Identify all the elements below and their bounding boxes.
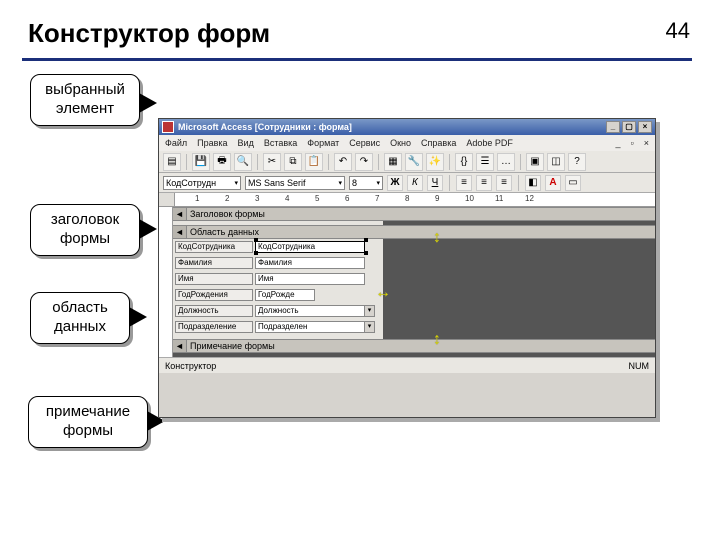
cut-icon[interactable]: ✂	[263, 153, 281, 171]
label-familiya[interactable]: Фамилия	[175, 257, 253, 269]
fieldlist-icon[interactable]: ▦	[384, 153, 402, 171]
chevron-down-icon: ▾	[234, 179, 238, 187]
callout-selected-element: выбранный элемент	[30, 74, 140, 126]
print-icon[interactable]: 🖶	[213, 153, 231, 171]
bold-button[interactable]: Ж	[387, 175, 403, 191]
standard-toolbar: ▤ 💾 🖶 🔍 ✂ ⧉ 📋 ↶ ↷ ▦ 🔧 ✨ {} ☰ … ▣ ◫ ?	[159, 151, 655, 173]
menu-format[interactable]: Формат	[307, 138, 339, 148]
menu-file[interactable]: Файл	[165, 138, 187, 148]
align-center-button[interactable]: ≡	[476, 175, 492, 191]
font-size-combo[interactable]: 8▾	[349, 176, 383, 190]
field-dolzhnost[interactable]: Должность	[255, 305, 365, 317]
page-number: 44	[666, 18, 690, 44]
db-window-icon[interactable]: ▣	[526, 153, 544, 171]
undo-icon[interactable]: ↶	[334, 153, 352, 171]
menu-adobe-pdf[interactable]: Adobe PDF	[466, 138, 513, 148]
menu-tools[interactable]: Сервис	[349, 138, 380, 148]
menubar: Файл Правка Вид Вставка Формат Сервис Ок…	[159, 135, 655, 151]
mdi-minimize-button[interactable]: _	[616, 138, 621, 148]
status-num: NUM	[629, 361, 650, 371]
menu-view[interactable]: Вид	[238, 138, 254, 148]
properties-icon[interactable]: ☰	[476, 153, 494, 171]
chevron-down-icon[interactable]: ▾	[365, 321, 375, 333]
section-form-footer[interactable]: ◄Примечание формы	[173, 339, 655, 353]
label-godrozhdeniya[interactable]: ГодРождения	[175, 289, 253, 301]
callout-form-footer: примечание формы	[28, 396, 148, 448]
line-button[interactable]: ▭	[565, 175, 581, 191]
build-icon[interactable]: …	[497, 153, 515, 171]
titlebar[interactable]: Microsoft Access [Сотрудники : форма] _ …	[159, 119, 655, 135]
menu-insert[interactable]: Вставка	[264, 138, 297, 148]
field-imya[interactable]: Имя	[255, 273, 365, 285]
label-dolzhnost[interactable]: Должность	[175, 305, 253, 317]
paste-icon[interactable]: 📋	[305, 153, 323, 171]
close-button[interactable]: ×	[638, 121, 652, 133]
mdi-close-button[interactable]: ×	[644, 138, 649, 148]
help-icon[interactable]: ?	[568, 153, 586, 171]
minimize-button[interactable]: _	[606, 121, 620, 133]
field-podrazdelenie[interactable]: Подразделен	[255, 321, 365, 333]
field-godrozhdeniya[interactable]: ГодРожде	[255, 289, 315, 301]
save-icon[interactable]: 💾	[192, 153, 210, 171]
label-kodsotrudnika[interactable]: КодСотрудника	[175, 241, 253, 253]
fill-color-button[interactable]: ◧	[525, 175, 541, 191]
design-surface[interactable]: ◄Заголовок формы ◄Область данных КодСотр…	[159, 207, 655, 357]
horizontal-ruler: 1 2 3 4 5 6 7 8 9 10 11 12	[159, 193, 655, 207]
section-detail[interactable]: ◄Область данных	[173, 225, 655, 239]
field-familiya[interactable]: Фамилия	[255, 257, 365, 269]
chevron-down-icon[interactable]: ▾	[365, 305, 375, 317]
italic-button[interactable]: К	[407, 175, 423, 191]
code-icon[interactable]: {}	[455, 153, 473, 171]
font-color-button[interactable]: А	[545, 175, 561, 191]
resize-handle-right[interactable]: ↔	[375, 284, 391, 302]
preview-icon[interactable]: 🔍	[234, 153, 252, 171]
menu-edit[interactable]: Правка	[197, 138, 227, 148]
copy-icon[interactable]: ⧉	[284, 153, 302, 171]
formatting-toolbar: КодСотрудн▾ MS Sans Serif▾ 8▾ Ж К Ч ≡ ≡ …	[159, 173, 655, 193]
status-mode: Конструктор	[165, 361, 216, 371]
page-title: Конструктор форм	[28, 18, 270, 49]
title-rule	[22, 58, 692, 61]
statusbar: Конструктор NUM	[159, 357, 655, 373]
chevron-down-icon: ▾	[376, 179, 380, 187]
menu-help[interactable]: Справка	[421, 138, 456, 148]
callout-form-header: заголовок формы	[30, 204, 140, 256]
app-icon	[162, 121, 174, 133]
underline-button[interactable]: Ч	[427, 175, 443, 191]
field-kodsotrudnika[interactable]: КодСотрудника	[255, 241, 365, 253]
chevron-down-icon: ▾	[338, 179, 342, 187]
align-left-button[interactable]: ≡	[456, 175, 472, 191]
view-icon[interactable]: ▤	[163, 153, 181, 171]
autofmt-icon[interactable]: ✨	[426, 153, 444, 171]
resize-handle-bottom[interactable]: ↕	[433, 331, 441, 349]
section-form-header[interactable]: ◄Заголовок формы	[173, 207, 655, 221]
resize-handle-top[interactable]: ↕	[433, 229, 441, 247]
new-object-icon[interactable]: ◫	[547, 153, 565, 171]
label-podrazdelenie[interactable]: Подразделение	[175, 321, 253, 333]
window-title: Microsoft Access [Сотрудники : форма]	[178, 122, 352, 132]
toolbox-icon[interactable]: 🔧	[405, 153, 423, 171]
mdi-restore-button[interactable]: ▫	[631, 138, 634, 148]
font-combo[interactable]: MS Sans Serif▾	[245, 176, 345, 190]
maximize-button[interactable]: ▢	[622, 121, 636, 133]
callout-data-area: область данных	[30, 292, 130, 344]
access-window: Microsoft Access [Сотрудники : форма] _ …	[158, 118, 656, 418]
align-right-button[interactable]: ≡	[496, 175, 512, 191]
label-imya[interactable]: Имя	[175, 273, 253, 285]
vertical-ruler	[159, 207, 173, 357]
redo-icon[interactable]: ↷	[355, 153, 373, 171]
object-combo[interactable]: КодСотрудн▾	[163, 176, 241, 190]
menu-window[interactable]: Окно	[390, 138, 411, 148]
